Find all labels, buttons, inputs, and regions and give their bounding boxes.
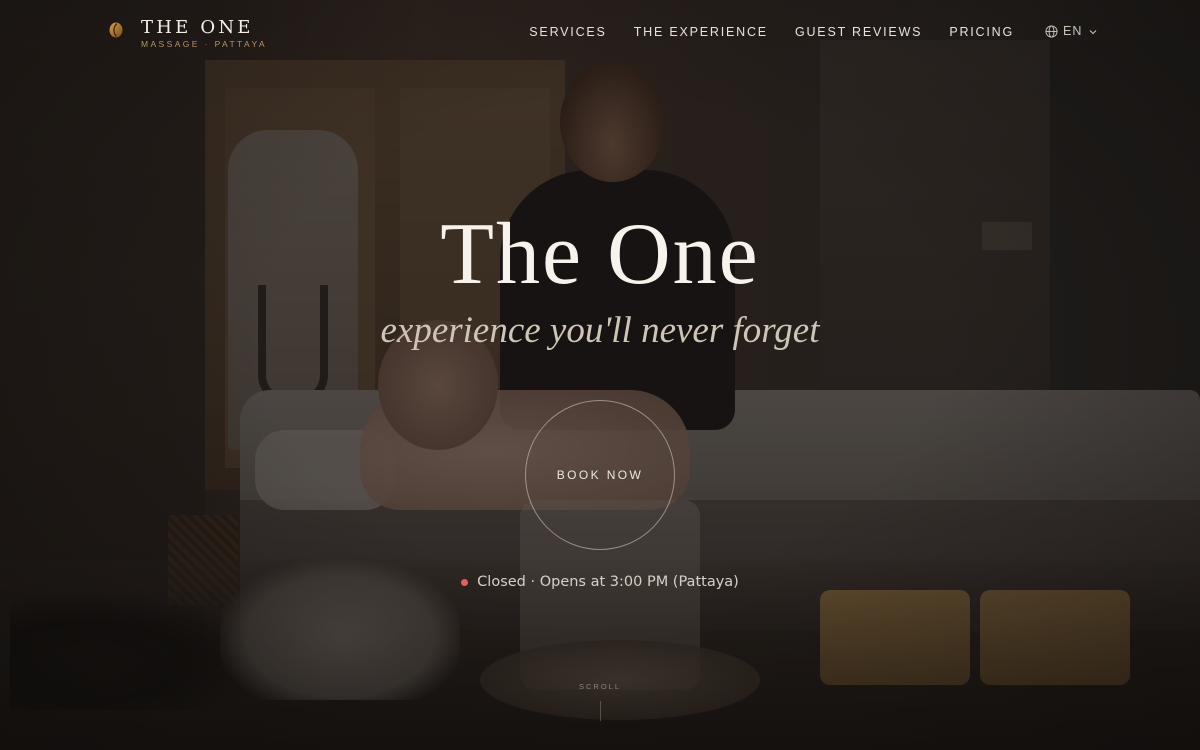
hero-title: The One bbox=[440, 206, 760, 303]
opening-status: Closed · Opens at 3:00 PM (Pattaya) bbox=[0, 574, 1200, 590]
scroll-line bbox=[599, 701, 601, 721]
hero-section: The One experience you'll never forget B… bbox=[0, 0, 1200, 750]
scroll-label: SCROLL bbox=[578, 682, 621, 691]
book-now-button[interactable]: BOOK NOW bbox=[525, 400, 675, 550]
book-now-label: BOOK NOW bbox=[556, 468, 644, 482]
scroll-indicator[interactable]: SCROLL bbox=[0, 682, 1200, 721]
hero-tagline: experience you'll never forget bbox=[380, 310, 820, 351]
status-text: Closed · Opens at 3:00 PM (Pattaya) bbox=[477, 574, 739, 590]
status-dot-icon bbox=[461, 578, 469, 586]
